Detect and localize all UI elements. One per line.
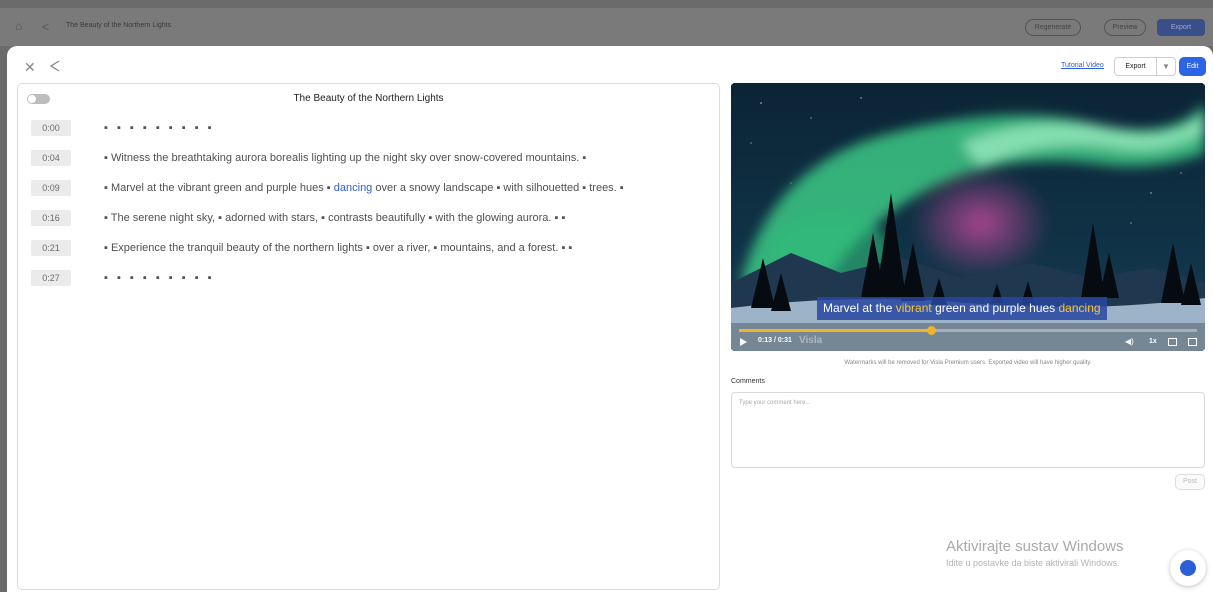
timestamp[interactable]: 0:09 [31, 180, 71, 196]
video-caption: Marvel at the vibrant green and purple h… [817, 297, 1107, 320]
preview-modal: ✕ Tutorial Video Export ▼ Edit The Beaut… [7, 46, 1213, 592]
home-icon: ⌂ [15, 19, 23, 33]
timestamp[interactable]: 0:16 [31, 210, 71, 226]
preview-button: Preview [1104, 19, 1146, 36]
chevron-down-icon[interactable]: ▼ [1157, 58, 1175, 75]
timestamp[interactable]: 0:04 [31, 150, 71, 166]
script-text: ▪ Experience the tranquil beauty of the … [104, 242, 573, 254]
background-app-bar: ⌂ < The Beauty of the Northern Lights Re… [0, 8, 1213, 46]
tutorial-video-link[interactable]: Tutorial Video [1061, 62, 1104, 69]
comment-input[interactable] [731, 392, 1205, 468]
script-title: The Beauty of the Northern Lights [293, 93, 444, 104]
fullscreen-icon[interactable] [1188, 338, 1197, 346]
script-panel: The Beauty of the Northern Lights 0:00 ▪… [17, 83, 720, 590]
timestamp[interactable]: 0:21 [31, 240, 71, 256]
captions-icon[interactable] [1168, 338, 1177, 346]
background-title: The Beauty of the Northern Lights [66, 22, 172, 29]
comments-label: Comments [731, 378, 765, 385]
speed-control[interactable]: 1x [1149, 338, 1157, 345]
script-text: ▪ Marvel at the vibrant green and purple… [104, 181, 624, 195]
time-display: 0:13 / 0:31 [758, 337, 792, 344]
watermark-logo: Visla [799, 335, 823, 346]
export-label[interactable]: Export [1115, 58, 1157, 75]
progress-bar[interactable] [739, 326, 1197, 335]
timestamp[interactable]: 0:00 [31, 120, 71, 136]
windows-activation-subtitle: Idite u postavke da biste aktivirali Win… [946, 558, 1120, 568]
share-icon[interactable] [49, 59, 61, 73]
script-text: ▪ The serene night sky, ▪ adorned with s… [104, 212, 566, 224]
script-text: ▪ ▪ ▪ ▪ ▪ ▪ ▪ ▪ ▪ [104, 272, 215, 284]
share-icon: < [42, 20, 50, 34]
help-icon[interactable] [1180, 560, 1196, 576]
script-text: ▪ ▪ ▪ ▪ ▪ ▪ ▪ ▪ ▪ [104, 122, 215, 134]
timestamp[interactable]: 0:27 [31, 270, 71, 286]
volume-icon[interactable]: ◀) [1125, 337, 1134, 346]
help-button[interactable] [1170, 550, 1206, 586]
script-text-pre: ▪ Marvel at the vibrant green and purple… [104, 182, 334, 194]
windows-activation-title: Aktivirajte sustav Windows [946, 538, 1124, 555]
script-text-post: over a snowy landscape ▪ with silhouette… [372, 182, 624, 194]
current-word: dancing [333, 182, 373, 194]
regenerate-button: Regenerate [1025, 19, 1081, 36]
post-button[interactable]: Post [1175, 474, 1205, 490]
video-controls: 0:13 / 0:31 Visla ◀) 1x [731, 335, 1205, 351]
progress-fill [739, 329, 932, 332]
play-icon[interactable] [740, 338, 747, 346]
background-export-button: Export [1157, 19, 1205, 36]
export-button[interactable]: Export ▼ [1114, 57, 1176, 76]
edit-button[interactable]: Edit [1179, 57, 1206, 76]
watermark-note: Watermarks will be removed for Visla Pre… [844, 360, 1092, 366]
video-player[interactable]: Marvel at the vibrant green and purple h… [731, 83, 1205, 351]
close-icon[interactable]: ✕ [24, 60, 36, 74]
script-text: ▪ Witness the breathtaking aurora boreal… [104, 152, 587, 164]
